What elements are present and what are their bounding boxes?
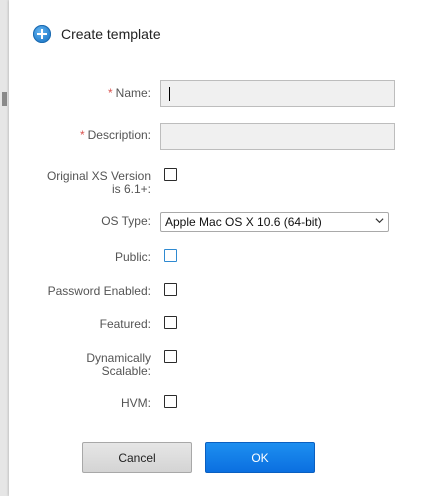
description-label: * Description: <box>80 129 151 142</box>
plus-circle-icon <box>33 25 51 43</box>
dialog-title: Create template <box>61 26 161 42</box>
featured-label: Featured: <box>99 317 151 331</box>
dialog-header: Create template <box>33 23 161 45</box>
description-input[interactable] <box>160 123 395 150</box>
password-enabled-label: Password Enabled: <box>47 284 151 298</box>
name-input[interactable] <box>160 80 395 107</box>
hvm-checkbox[interactable] <box>164 395 177 408</box>
background-marker <box>2 92 7 106</box>
original-xs-version-label: Original XS Version is 6.1+: <box>47 170 151 196</box>
os-type-label: OS Type: <box>101 214 151 228</box>
dynamically-scalable-checkbox[interactable] <box>164 350 177 363</box>
featured-checkbox[interactable] <box>164 316 177 329</box>
public-label: Public: <box>114 250 151 264</box>
original-xs-version-checkbox[interactable] <box>164 168 177 181</box>
hvm-label: HVM: <box>121 396 151 410</box>
name-label: * Name: <box>108 87 151 100</box>
description-label-text: Description: <box>87 128 151 142</box>
text-caret <box>169 87 170 101</box>
os-type-selected-value: Apple Mac OS X 10.6 (64-bit) <box>165 215 322 229</box>
password-enabled-checkbox[interactable] <box>164 283 177 296</box>
required-mark: * <box>79 128 85 142</box>
public-checkbox[interactable] <box>164 249 177 262</box>
cancel-button[interactable]: Cancel <box>82 442 192 473</box>
dynamically-scalable-label: Dynamically Scalable: <box>86 352 151 378</box>
create-template-dialog: Create template * Name: * Description: Ori… <box>9 0 434 496</box>
background-strip <box>0 0 9 496</box>
name-label-text: Name: <box>115 86 151 100</box>
os-type-select[interactable]: Apple Mac OS X 10.6 (64-bit) <box>160 212 389 232</box>
original-xs-version-label-line2: is 6.1+: <box>111 182 151 196</box>
dynamically-scalable-label-line2: Scalable: <box>101 364 151 378</box>
ok-button[interactable]: OK <box>205 442 315 473</box>
chevron-down-icon <box>375 218 384 224</box>
required-mark: * <box>107 86 113 100</box>
